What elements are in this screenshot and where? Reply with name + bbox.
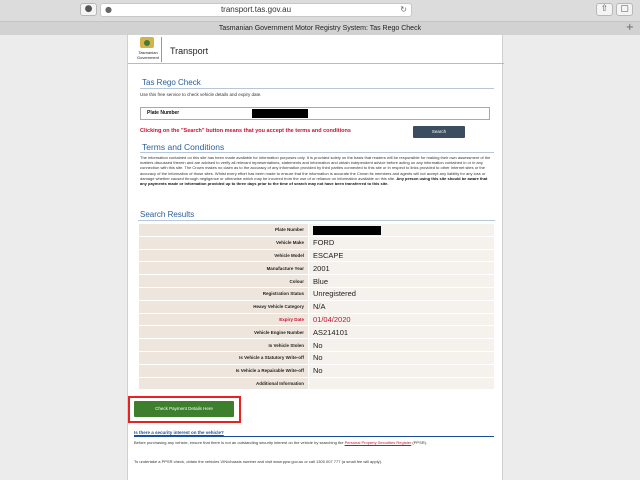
crest-icon: [140, 37, 154, 48]
ppsr-text-pre: Before purchasing any vehicle, ensure th…: [134, 440, 344, 445]
result-value: No: [308, 338, 495, 352]
result-key: Is Vehicle Stolen: [138, 338, 309, 352]
page: Tasmanian Government Transport Tas Rego …: [127, 35, 504, 480]
plate-number-label: Plate Number: [147, 110, 180, 116]
ppsr-link[interactable]: Personal Property Securities Register: [345, 440, 412, 445]
result-key: Colour: [138, 274, 309, 288]
result-value: No: [308, 350, 495, 365]
lock-icon: ●: [105, 5, 112, 14]
reader-icon[interactable]: ●: [80, 3, 97, 16]
url-text: transport.tas.gov.au: [220, 5, 292, 14]
plate-number-input[interactable]: [252, 109, 308, 118]
result-key: Vehicle Model: [138, 248, 309, 263]
payment-highlight-box: Check Payment Details Here: [128, 396, 241, 423]
result-value: Unregistered: [308, 286, 495, 301]
share-icon[interactable]: ⇧: [596, 3, 613, 16]
plate-number-row: Plate Number: [140, 107, 490, 120]
result-value: AS214101: [308, 325, 495, 340]
result-row: Vehicle Model ESCAPE: [138, 248, 495, 263]
result-row: Is Vehicle a Statutory Write-off No: [138, 350, 495, 365]
result-value: [308, 223, 495, 237]
result-value: [308, 376, 495, 391]
result-key: Vehicle Engine Number: [138, 325, 309, 340]
result-value: No: [308, 363, 495, 378]
check-payment-button[interactable]: Check Payment Details Here: [134, 401, 234, 417]
divider: [138, 220, 495, 221]
security-interest-link[interactable]: Is there a security interest on the vehi…: [134, 430, 224, 435]
brand-title: Transport: [170, 46, 209, 56]
result-row: Heavy Vehicle Category N/A: [138, 299, 495, 314]
logo-text: Tasmanian Government: [136, 50, 159, 60]
result-key: Vehicle Make: [138, 235, 309, 250]
result-value: N/A: [308, 299, 495, 314]
result-value: 2001: [308, 261, 495, 276]
terms-body: The information contained on this site h…: [140, 155, 494, 186]
address-bar[interactable]: ● transport.tas.gov.au ↻: [100, 3, 412, 17]
intro-text: Use this free service to check vehicle d…: [140, 92, 262, 97]
rego-check-title: Tas Rego Check: [142, 78, 201, 87]
tabs-icon[interactable]: ▢: [616, 3, 633, 16]
tas-gov-logo[interactable]: Tasmanian Government: [134, 37, 162, 62]
result-value: Blue: [308, 274, 495, 288]
result-key: Expiry Date: [138, 312, 309, 327]
result-value: FORD: [308, 235, 495, 250]
result-value: ESCAPE: [308, 248, 495, 263]
result-row: Is Vehicle Stolen No: [138, 338, 495, 352]
terms-title: Terms and Conditions: [142, 142, 225, 152]
reload-icon[interactable]: ↻: [400, 4, 407, 16]
result-row: Vehicle Make FORD: [138, 235, 495, 250]
result-row: Expiry Date 01/04/2020: [138, 312, 495, 327]
result-row: Vehicle Engine Number AS214101: [138, 325, 495, 340]
search-button[interactable]: Search: [413, 126, 465, 138]
terms-warning: Clicking on the "Search" button means th…: [140, 128, 351, 134]
result-key: Registration Status: [138, 286, 309, 301]
site-header: Tasmanian Government Transport: [128, 35, 504, 64]
divider: [140, 152, 494, 153]
result-row: Plate Number: [138, 223, 495, 237]
result-value: 01/04/2020: [308, 312, 495, 327]
divider: [140, 88, 494, 89]
result-key: Is Vehicle a Repairable Write-off: [138, 363, 309, 378]
result-key: Is Vehicle a Statutory Write-off: [138, 350, 309, 365]
result-row: Registration Status Unregistered: [138, 286, 495, 301]
result-key: Manufacture Year: [138, 261, 309, 276]
redacted-plate: [313, 225, 381, 235]
browser-chrome: ● ● transport.tas.gov.au ↻ ⇧ ▢ Tasmanian…: [0, 0, 640, 35]
result-key: Heavy Vehicle Category: [138, 299, 309, 314]
result-row: Manufacture Year 2001: [138, 261, 495, 276]
results-table: Plate Number Vehicle Make FORD Vehicle Mode…: [138, 223, 495, 391]
divider: [134, 436, 494, 437]
result-row: Colour Blue: [138, 274, 495, 288]
result-key: Additional Information: [138, 376, 309, 391]
result-key: Plate Number: [138, 223, 309, 237]
result-row: Is Vehicle a Repairable Write-off No: [138, 363, 495, 378]
result-row: Additional Information: [138, 376, 495, 391]
ppsr-text-post: (PPSR).: [412, 440, 428, 445]
ppsr-check-paragraph: To undertake a PPSR check, obtain the ve…: [134, 459, 383, 464]
ppsr-paragraph: Before purchasing any vehicle, ensure th…: [134, 440, 489, 446]
new-tab-icon[interactable]: +: [626, 21, 634, 35]
results-title: Search Results: [140, 210, 195, 219]
tab-title[interactable]: Tasmanian Government Motor Registry Syst…: [0, 21, 640, 35]
